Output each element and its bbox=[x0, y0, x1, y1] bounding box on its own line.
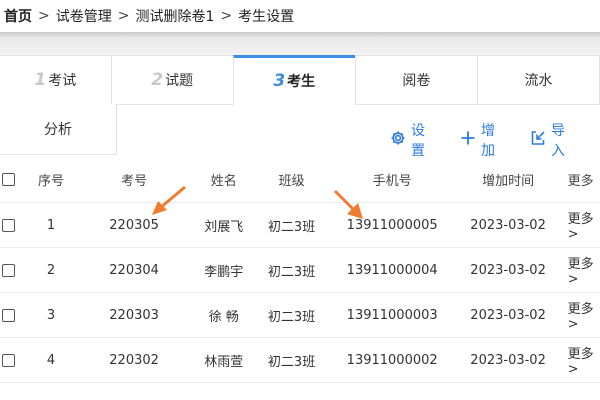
row-select-cell bbox=[2, 308, 16, 322]
more-link[interactable]: 更多> bbox=[550, 208, 600, 242]
row-select-cell bbox=[2, 353, 16, 367]
settings-button[interactable]: 设置 bbox=[390, 120, 438, 160]
import-icon bbox=[530, 130, 551, 150]
tab-questions[interactable]: 2 试题 bbox=[110, 55, 234, 105]
cell-class: 初二3班 bbox=[267, 219, 316, 235]
step-tabs: 1 考试 2 试题 3 考生 阅卷 流水 bbox=[0, 55, 600, 105]
cell-id: 220302 bbox=[109, 352, 159, 368]
gear-icon bbox=[390, 130, 411, 150]
table-header: 序号 考号 姓名 班级 手机号 增加时间 更多 bbox=[0, 157, 600, 203]
row-checkbox[interactable] bbox=[2, 218, 15, 232]
settings-label: 设置 bbox=[411, 123, 425, 159]
breadcrumb-item-paper-management[interactable]: 试卷管理 bbox=[56, 6, 112, 26]
select-all-checkbox[interactable] bbox=[2, 173, 15, 186]
toolbar: 设置 增加 导入 bbox=[390, 120, 600, 160]
cell-seq: 3 bbox=[46, 307, 56, 323]
more-link[interactable]: 更多> bbox=[550, 343, 600, 377]
header-phone: 手机号 bbox=[372, 174, 412, 189]
more-link[interactable]: 更多> bbox=[550, 298, 600, 332]
breadcrumb-separator: > bbox=[38, 8, 50, 24]
breadcrumb-home[interactable]: 首页 bbox=[4, 6, 32, 26]
more-link[interactable]: 更多> bbox=[550, 253, 600, 287]
table-row: 1 220305 刘展飞 初二3班 13911000005 2023-03-02… bbox=[0, 203, 600, 248]
tab-label: 考生 bbox=[287, 74, 316, 90]
row-select-cell bbox=[2, 263, 16, 277]
cell-id: 220305 bbox=[109, 217, 159, 233]
annotation-arrow-id bbox=[152, 185, 186, 215]
header-seq: 序号 bbox=[37, 174, 64, 189]
import-label: 导入 bbox=[551, 123, 565, 159]
tab-label: 考试 bbox=[48, 73, 77, 89]
cell-class: 初二3班 bbox=[267, 264, 316, 280]
cell-id: 220303 bbox=[109, 307, 159, 323]
header-more: 更多 bbox=[567, 174, 594, 189]
plus-icon bbox=[460, 130, 481, 150]
tab-exam[interactable]: 1 考试 bbox=[0, 55, 112, 105]
tab-label: 流水 bbox=[524, 73, 553, 89]
cell-class: 初二3班 bbox=[267, 354, 316, 370]
tab-candidates[interactable]: 3 考生 bbox=[232, 55, 356, 105]
tab-analysis[interactable]: 分析 bbox=[0, 104, 117, 155]
cell-seq: 4 bbox=[46, 352, 56, 368]
table-row: 3 220303 徐 畅 初二3班 13911000003 2023-03-02… bbox=[0, 293, 600, 338]
cell-name: 刘展飞 bbox=[204, 219, 244, 235]
tab-label: 分析 bbox=[44, 122, 72, 138]
row-checkbox[interactable] bbox=[2, 308, 15, 322]
cell-seq: 2 bbox=[46, 262, 56, 278]
import-button[interactable]: 导入 bbox=[530, 120, 578, 160]
annotation-arrow-phone bbox=[333, 189, 363, 219]
breadcrumb-separator: > bbox=[117, 8, 130, 24]
breadcrumb-item-paper-name[interactable]: 测试删除卷1 bbox=[135, 6, 214, 26]
cell-seq: 1 bbox=[46, 217, 56, 233]
tab-label: 阅卷 bbox=[402, 73, 431, 89]
select-all-cell bbox=[2, 173, 16, 186]
add-button[interactable]: 增加 bbox=[460, 120, 508, 160]
cell-name: 李鹏宇 bbox=[204, 264, 244, 280]
cell-class: 初二3班 bbox=[267, 309, 316, 325]
cell-phone: 13911000002 bbox=[346, 352, 438, 368]
row-select-cell bbox=[2, 218, 16, 232]
cell-time: 2023-03-02 bbox=[470, 307, 546, 323]
candidates-table: 序号 考号 姓名 班级 手机号 增加时间 更多 1 220305 刘展飞 初二3… bbox=[0, 157, 600, 383]
row-checkbox[interactable] bbox=[2, 263, 15, 277]
tab-number: 3 bbox=[273, 71, 286, 91]
table-row: 2 220304 李鹏宇 初二3班 13911000004 2023-03-02… bbox=[0, 248, 600, 293]
header-class: 班级 bbox=[278, 174, 305, 189]
cell-name: 徐 畅 bbox=[208, 309, 239, 325]
header-name: 姓名 bbox=[210, 174, 237, 189]
breadcrumb: 首页 > 试卷管理 > 测试删除卷1 > 考生设置 bbox=[0, 0, 600, 32]
cell-time: 2023-03-02 bbox=[470, 217, 546, 233]
cell-name: 林雨萱 bbox=[204, 354, 244, 370]
cell-id: 220304 bbox=[109, 262, 159, 278]
tab-grading[interactable]: 阅卷 bbox=[354, 55, 478, 105]
tab-number: 1 bbox=[34, 70, 47, 90]
header-divider bbox=[0, 32, 600, 56]
tab-flow[interactable]: 流水 bbox=[476, 55, 600, 105]
breadcrumb-separator: > bbox=[220, 8, 233, 24]
header-time: 增加时间 bbox=[482, 174, 535, 189]
cell-phone: 13911000003 bbox=[346, 307, 438, 323]
cell-time: 2023-03-02 bbox=[470, 352, 546, 368]
add-label: 增加 bbox=[481, 123, 495, 159]
table-row: 4 220302 林雨萱 初二3班 13911000002 2023-03-02… bbox=[0, 338, 600, 383]
tab-label: 试题 bbox=[165, 73, 194, 89]
row-checkbox[interactable] bbox=[2, 353, 15, 367]
breadcrumb-item-current: 考生设置 bbox=[238, 9, 295, 25]
cell-phone: 13911000004 bbox=[346, 262, 438, 278]
cell-time: 2023-03-02 bbox=[470, 262, 546, 278]
tab-number: 2 bbox=[151, 70, 164, 90]
